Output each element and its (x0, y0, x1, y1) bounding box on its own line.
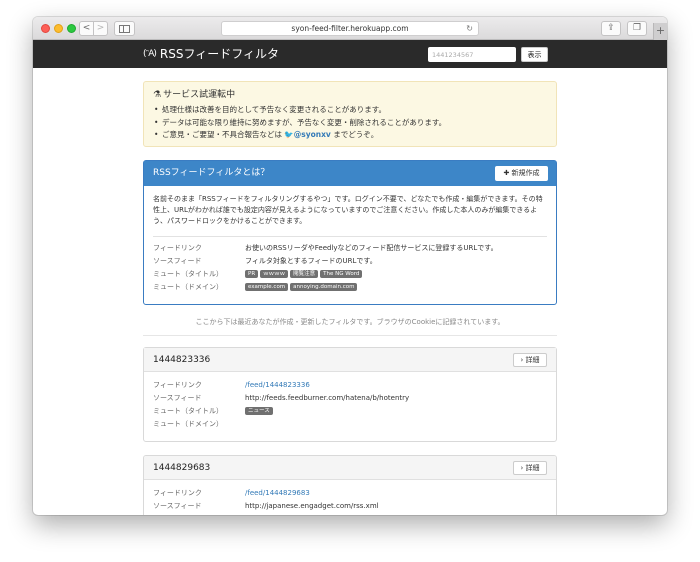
detail-button[interactable]: › 詳細 (513, 461, 547, 475)
site-navbar: (ᵔA) RSSフィードフィルタ 表示 (33, 40, 667, 68)
mute-domain-tags: example.com annoying.domain.com (245, 282, 547, 293)
about-description: 名前そのまま「RSSフィードをフィルタリングするやつ」です。ログイン不要で、どな… (153, 195, 543, 225)
filter-id: 1444823336 (153, 355, 211, 365)
share-button[interactable]: ⇪ (601, 21, 621, 36)
filter-id: 1444829683 (153, 463, 211, 473)
term-label: ミュート（タイトル） (153, 270, 223, 278)
chevron-left-icon: < (82, 23, 91, 33)
feed-id-input[interactable] (428, 47, 516, 62)
term-label: ソースフィード (153, 257, 202, 265)
tabs-icon: ❐ (632, 23, 642, 33)
flask-icon: ⚗ (153, 90, 162, 100)
term-label: ソースフィード (153, 502, 202, 510)
minimize-window-icon[interactable] (54, 24, 63, 33)
sidebar-toggle-button[interactable] (114, 21, 135, 36)
tag: The NG Word (320, 270, 363, 278)
about-panel: RSSフィードフィルタとは？ ✚ 新規作成 名前そのまま「RSSフィードをフィル… (143, 160, 557, 305)
zoom-window-icon[interactable] (67, 24, 76, 33)
browser-window: < > syon-feed-filter.herokuapp.com ↻ ⇪ ❐… (33, 17, 667, 515)
term-label: フィードリンク (153, 381, 202, 389)
brand-link[interactable]: (ᵔA) RSSフィードフィルタ (143, 45, 279, 63)
term-value: お使いのRSSリーダやFeedlyなどのフィード配信サービスに登録するURLです… (245, 244, 498, 252)
twitter-icon: 🐦 (284, 130, 294, 139)
show-button[interactable]: 表示 (521, 47, 548, 62)
about-title: RSSフィードフィルタとは？ (153, 168, 270, 178)
filter-panel: 1444829683 › 詳細 フィードリンク /feed/1444829683… (143, 455, 557, 515)
new-tab-button[interactable]: + (653, 23, 667, 41)
back-button[interactable]: < (79, 21, 94, 36)
alert-item-contact: ご意見・ご要望・不具合報告などは 🐦@syonxv までどうぞ。 (153, 129, 547, 142)
sidebar-icon (119, 25, 130, 33)
feed-link[interactable]: /feed/1444823336 (245, 381, 310, 389)
tabs-button[interactable]: ❐ (627, 21, 647, 36)
trial-alert: ⚗ サービス試運転中 処理仕様は改善を目的として予告なく変更されることがあります… (143, 81, 557, 147)
chevron-right-icon: › (520, 356, 524, 364)
about-panel-header: RSSフィードフィルタとは？ ✚ 新規作成 (144, 161, 556, 186)
new-filter-button[interactable]: ✚ 新規作成 (495, 166, 548, 181)
alert-item: 処理仕様は改善を目的として予告なく変更されることがあります。 (153, 104, 547, 117)
detail-button[interactable]: › 詳細 (513, 353, 547, 367)
brand-title: RSSフィードフィルタ (159, 47, 279, 61)
share-icon: ⇪ (607, 23, 615, 33)
divider (153, 236, 547, 237)
feed-link[interactable]: /feed/1444829683 (245, 489, 310, 497)
forward-button[interactable]: > (93, 21, 108, 36)
tag: ｗｗｗｗ (260, 270, 289, 278)
mute-title-tags: PR ｗｗｗｗ 閲覧注意 The NG Word (245, 269, 547, 280)
about-definition-list: フィードリンク お使いのRSSリーダやFeedlyなどのフィード配信サービスに登… (153, 243, 547, 293)
source-feed-url: http://feeds.feedburner.com/hatena/b/hot… (245, 394, 410, 402)
tag: annoying.domain.com (290, 283, 358, 291)
tag: 閲覧注意 (290, 270, 319, 278)
term-label: フィードリンク (153, 244, 202, 252)
term-label: ミュート（タイトル） (153, 407, 223, 415)
close-window-icon[interactable] (41, 24, 50, 33)
divider (143, 335, 557, 336)
tag: ニュース (245, 407, 273, 415)
term-label: ミュート（ドメイン） (153, 420, 223, 428)
term-label: ミュート（ドメイン） (153, 283, 223, 291)
reload-icon[interactable]: ↻ (466, 22, 473, 35)
url-text: syon-feed-filter.herokuapp.com (291, 24, 409, 33)
alert-title: サービス試運転中 (163, 90, 236, 100)
recent-filters-note: ここから下は最近あなたが作成・更新したフィルタです。ブラウザのCookieに記録… (195, 318, 505, 326)
tag: example.com (245, 283, 289, 291)
plus-icon: + (655, 24, 666, 37)
browser-toolbar: < > syon-feed-filter.herokuapp.com ↻ ⇪ ❐… (33, 17, 667, 41)
tag: PR (245, 270, 259, 278)
address-bar[interactable]: syon-feed-filter.herokuapp.com ↻ (221, 21, 479, 36)
term-value: フィルタ対象とするフィードのURLです。 (245, 257, 377, 265)
filter-panel: 1444823336 › 詳細 フィードリンク /feed/1444823336… (143, 347, 557, 442)
twitter-link[interactable]: 🐦@syonxv (284, 130, 330, 139)
term-label: ソースフィード (153, 394, 202, 402)
filter-panel-header: 1444829683 › 詳細 (144, 456, 556, 480)
chevron-right-icon: › (520, 464, 524, 472)
term-label: フィードリンク (153, 489, 202, 497)
filter-panel-header: 1444823336 › 詳細 (144, 348, 556, 372)
chevron-right-icon: > (96, 23, 105, 33)
plus-icon: ✚ (503, 169, 512, 177)
source-feed-url: http://japanese.engadget.com/rss.xml (245, 502, 379, 510)
rss-antenna-icon: (ᵔA) (143, 49, 157, 59)
alert-item: データは可能な限り維持に努めますが、予告なく変更・削除されることがあります。 (153, 117, 547, 130)
alert-list: 処理仕様は改善を目的として予告なく変更されることがあります。 データは可能な限り… (153, 104, 547, 142)
